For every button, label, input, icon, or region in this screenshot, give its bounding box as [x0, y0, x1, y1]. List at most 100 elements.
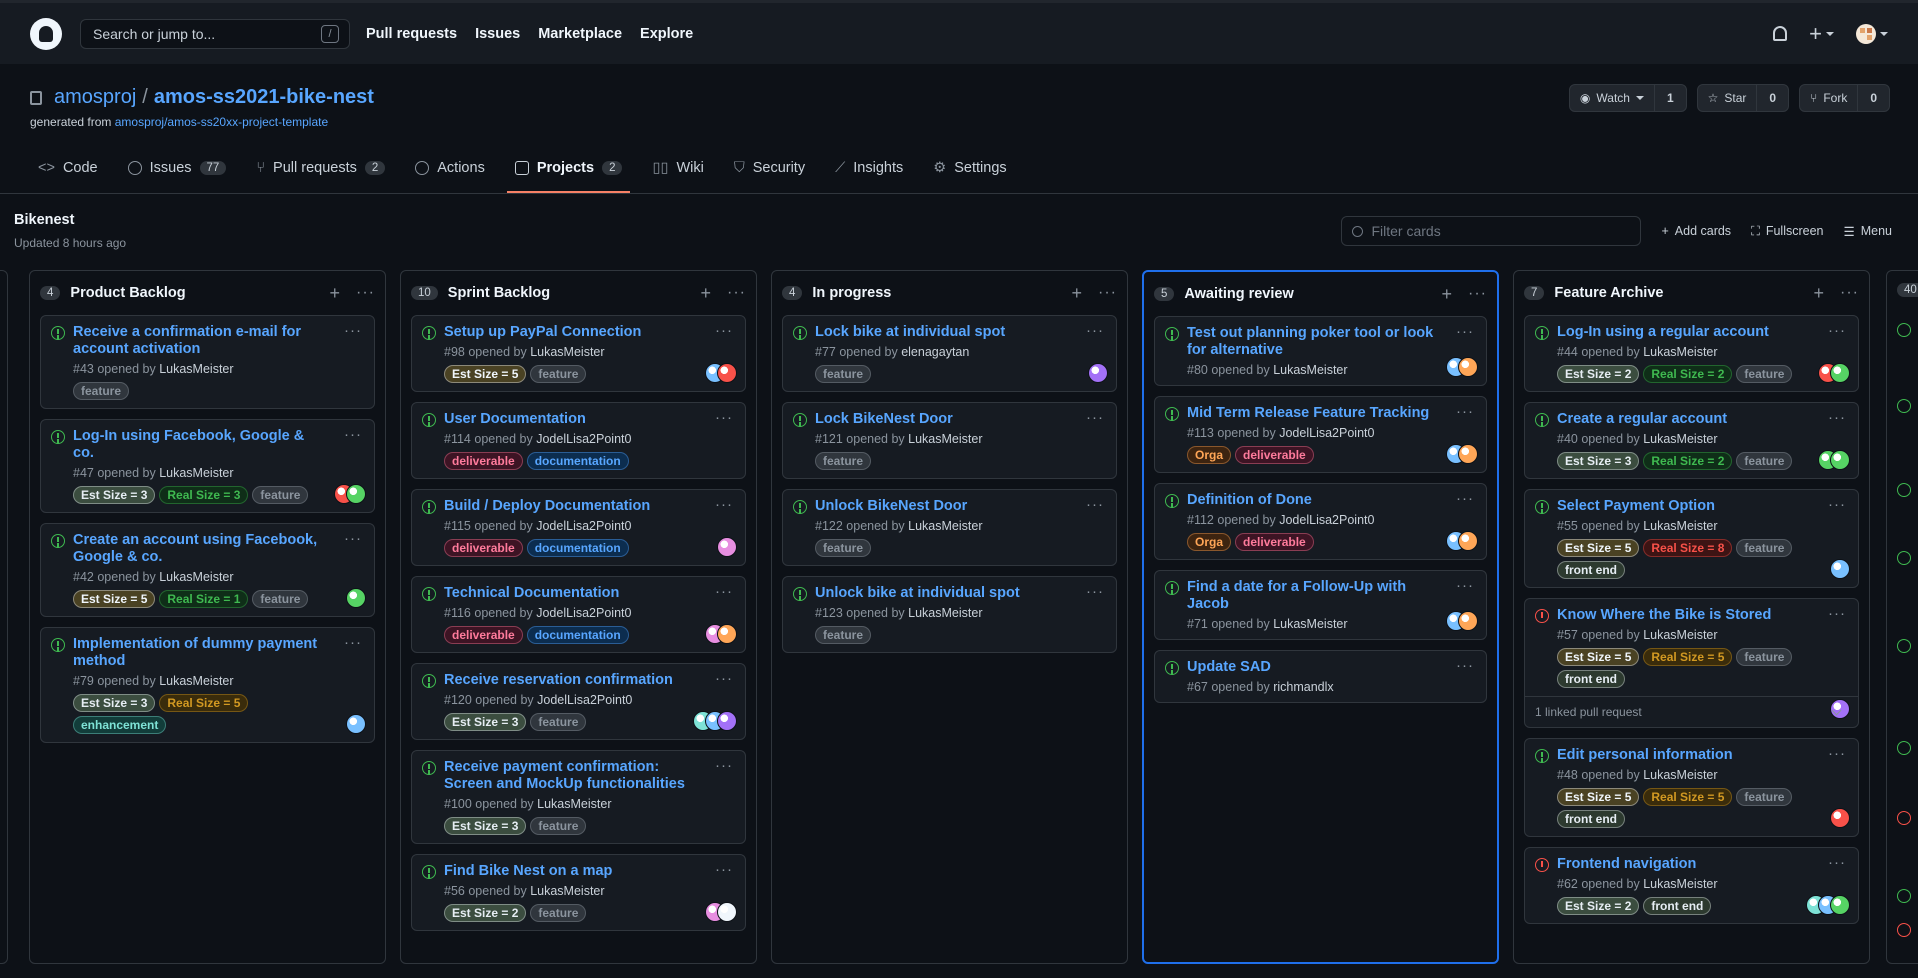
column-menu-icon[interactable]: ···: [727, 284, 746, 302]
issue-card[interactable]: ··· Mid Term Release Feature Tracking #113…: [1154, 396, 1487, 473]
github-logo-icon[interactable]: [30, 17, 62, 50]
column-menu-icon[interactable]: ···: [356, 284, 375, 302]
card-menu-icon[interactable]: ···: [715, 757, 733, 774]
issue-card[interactable]: ··· Receive payment confirmation: Screen …: [411, 750, 746, 844]
author-name[interactable]: LukasMeister: [1643, 768, 1717, 782]
issue-label[interactable]: documentation: [526, 452, 629, 470]
issue-label[interactable]: documentation: [526, 626, 629, 644]
issue-label[interactable]: Est Size = 3: [1557, 452, 1640, 470]
card-title[interactable]: Update SAD: [1187, 659, 1476, 676]
issue-card[interactable]: ··· Update SAD #67 opened by richmandlx: [1154, 650, 1487, 703]
author-name[interactable]: LukasMeister: [1643, 345, 1717, 359]
issue-card[interactable]: ··· Build / Deploy Documentation #115 open…: [411, 489, 746, 566]
issue-card[interactable]: ··· Select Payment Option #55 opened by Lu…: [1524, 489, 1859, 588]
card-title[interactable]: Test out planning poker tool or look for…: [1187, 325, 1476, 359]
avatar[interactable]: [346, 588, 366, 608]
star-count[interactable]: 0: [1757, 85, 1788, 111]
tab-issues[interactable]: Issues 77: [120, 145, 235, 193]
nav-issues[interactable]: Issues: [475, 26, 520, 42]
avatar[interactable]: [1830, 450, 1850, 470]
issue-label[interactable]: Est Size = 2: [444, 904, 527, 922]
issue-card[interactable]: ··· Log-In using a regular account #44 ope…: [1524, 315, 1859, 392]
issue-label[interactable]: Real Size = 3: [159, 486, 249, 504]
issue-card[interactable]: ··· Receive a confirmation e-mail for acc…: [40, 315, 375, 409]
issue-label[interactable]: front end: [1643, 897, 1712, 915]
fullscreen-button[interactable]: ⛶ Fullscreen: [1751, 224, 1823, 239]
issue-label[interactable]: deliverable: [1235, 446, 1314, 464]
issue-label[interactable]: feature: [530, 365, 587, 383]
author-name[interactable]: LukasMeister: [908, 606, 982, 620]
avatar[interactable]: [1458, 531, 1478, 551]
issue-card[interactable]: ··· Edit personal information #48 opened b…: [1524, 738, 1859, 837]
tab-security[interactable]: ⛉ Security: [726, 145, 813, 193]
card-title[interactable]: Find Bike Nest on a map: [444, 863, 735, 880]
card-menu-icon[interactable]: ···: [1828, 409, 1846, 426]
issue-label[interactable]: feature: [73, 382, 130, 400]
issue-label[interactable]: Real Size = 8: [1643, 539, 1733, 557]
card-title[interactable]: Lock bike at individual spot: [815, 324, 1106, 341]
issue-card[interactable]: ··· Test out planning poker tool or look …: [1154, 316, 1487, 386]
previous-column-edge[interactable]: [0, 270, 8, 964]
card-menu-icon[interactable]: ···: [1086, 496, 1104, 513]
author-name[interactable]: LukasMeister: [159, 362, 233, 376]
card-title[interactable]: Create an account using Facebook, Google…: [73, 532, 364, 566]
issue-card[interactable]: ··· User Documentation #114 opened by Jode…: [411, 402, 746, 479]
card-menu-icon[interactable]: ···: [715, 583, 733, 600]
fork-count[interactable]: 0: [1858, 85, 1889, 111]
card-menu-icon[interactable]: ···: [344, 426, 362, 443]
card-menu-icon[interactable]: ···: [1828, 322, 1846, 339]
avatar[interactable]: [717, 537, 737, 557]
search-input[interactable]: Search or jump to... /: [80, 18, 350, 49]
card-menu-icon[interactable]: ···: [344, 530, 362, 547]
card-title[interactable]: Find a date for a Follow-Up with Jacob: [1187, 579, 1476, 613]
avatar[interactable]: [1088, 363, 1108, 383]
avatar[interactable]: [717, 902, 737, 922]
tab-wiki[interactable]: ▯▯ Wiki: [644, 145, 711, 193]
avatar[interactable]: [346, 714, 366, 734]
issue-label[interactable]: feature: [815, 539, 872, 557]
issue-card[interactable]: ··· Know Where the Bike is Stored #57 open…: [1524, 598, 1859, 728]
star-button[interactable]: ☆ Star 0: [1696, 84, 1790, 112]
issue-label[interactable]: deliverable: [444, 626, 523, 644]
author-name[interactable]: JodelLisa2Point0: [536, 606, 631, 620]
issue-label[interactable]: Est Size = 2: [1557, 897, 1640, 915]
issue-label[interactable]: feature: [252, 486, 309, 504]
template-link[interactable]: amosproj/amos-ss20xx-project-template: [115, 115, 328, 129]
issue-label[interactable]: Orga: [1187, 533, 1232, 551]
issue-label[interactable]: Real Size = 5: [1643, 648, 1733, 666]
issue-card[interactable]: ··· Find a date for a Follow-Up with Jaco…: [1154, 570, 1487, 640]
issue-label[interactable]: feature: [1736, 365, 1793, 383]
tab-pull-requests[interactable]: ⑂ Pull requests 2: [248, 145, 393, 193]
author-name[interactable]: LukasMeister: [530, 345, 604, 359]
issue-label[interactable]: feature: [815, 452, 872, 470]
watch-count[interactable]: 1: [1655, 85, 1686, 111]
add-card-icon[interactable]: +: [330, 283, 341, 304]
author-name[interactable]: LukasMeister: [1643, 519, 1717, 533]
card-title[interactable]: Receive payment confirmation: Screen and…: [444, 759, 735, 793]
author-name[interactable]: LukasMeister: [530, 884, 604, 898]
author-name[interactable]: LukasMeister: [1643, 432, 1717, 446]
card-title[interactable]: Definition of Done: [1187, 492, 1476, 509]
issue-card[interactable]: ··· Receive reservation confirmation #120 …: [411, 663, 746, 740]
card-title[interactable]: Mid Term Release Feature Tracking: [1187, 405, 1476, 422]
issue-label[interactable]: feature: [815, 365, 872, 383]
column-menu-icon[interactable]: ···: [1840, 284, 1859, 302]
filter-cards-input[interactable]: Filter cards: [1341, 216, 1642, 246]
card-title[interactable]: Implementation of dummy payment method: [73, 636, 364, 670]
card-menu-icon[interactable]: ···: [1086, 322, 1104, 339]
card-menu-icon[interactable]: ···: [1456, 657, 1474, 674]
card-menu-icon[interactable]: ···: [344, 322, 362, 339]
card-title[interactable]: Know Where the Bike is Stored: [1557, 607, 1848, 624]
issue-label[interactable]: front end: [1557, 561, 1625, 579]
issue-card[interactable]: ··· Unlock bike at individual spot #123 op…: [782, 576, 1117, 653]
author-name[interactable]: JodelLisa2Point0: [1279, 513, 1374, 527]
card-menu-icon[interactable]: ···: [1828, 745, 1846, 762]
column-menu-icon[interactable]: ···: [1468, 285, 1487, 303]
issue-card[interactable]: ··· Implementation of dummy payment metho…: [40, 627, 375, 743]
author-name[interactable]: JodelLisa2Point0: [537, 693, 632, 707]
card-menu-icon[interactable]: ···: [715, 496, 733, 513]
tab-settings[interactable]: ⚙ Settings: [925, 145, 1014, 193]
issue-label[interactable]: Est Size = 2: [1557, 365, 1640, 383]
nav-marketplace[interactable]: Marketplace: [538, 26, 622, 42]
author-name[interactable]: LukasMeister: [908, 432, 982, 446]
